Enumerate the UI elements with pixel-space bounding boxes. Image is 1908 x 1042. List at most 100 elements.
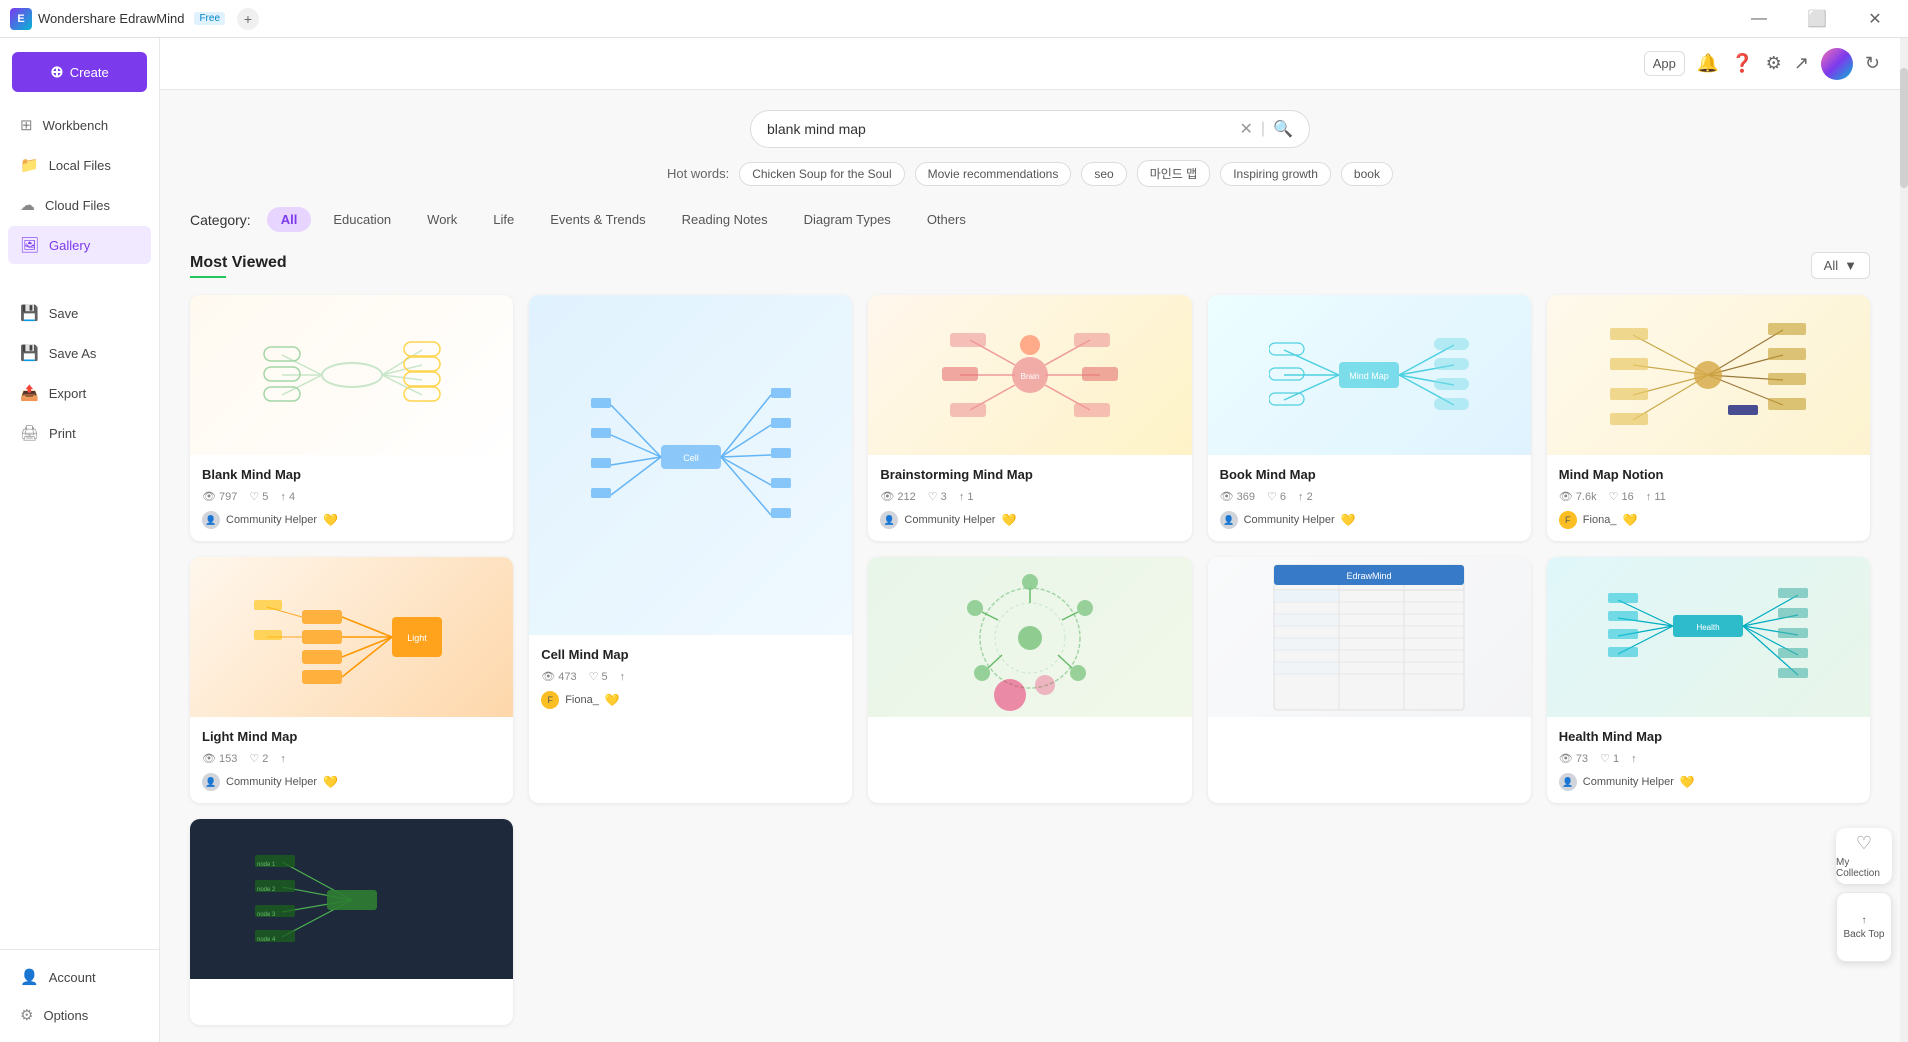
plus-icon: ⊕ <box>50 62 63 82</box>
sidebar-item-workbench[interactable]: ⊞ Workbench <box>8 106 151 144</box>
sidebar-item-options[interactable]: ⚙ Options <box>8 996 151 1034</box>
card-edrawmind-table[interactable]: EdrawMind <box>1208 557 1531 803</box>
account-label: Account <box>49 970 96 985</box>
svg-text:EdrawMind: EdrawMind <box>1347 571 1392 581</box>
hot-tag-inspiring[interactable]: Inspiring growth <box>1220 162 1331 186</box>
app-button[interactable]: App <box>1644 51 1685 76</box>
cat-tab-education[interactable]: Education <box>319 207 405 232</box>
card-title-dark <box>202 991 501 1005</box>
minimize-button[interactable]: — <box>1736 0 1782 38</box>
sidebar-item-account[interactable]: 👤 Account <box>8 958 151 996</box>
cat-tab-all[interactable]: All <box>267 207 312 232</box>
search-clear-icon[interactable]: ✕ <box>1240 119 1253 139</box>
card-body-brainstorming: Brainstorming Mind Map 👁 212 ♡ 3 ↑ 1 👤 C… <box>868 455 1191 541</box>
new-tab-button[interactable]: + <box>237 8 259 30</box>
back-top-label: Back Top <box>1844 929 1885 940</box>
svg-text:Brain: Brain <box>1021 372 1040 381</box>
collection-label: My Collection <box>1836 857 1892 879</box>
sidebar-item-save[interactable]: 💾 Save <box>8 294 151 332</box>
create-button[interactable]: ⊕ Create <box>12 52 147 92</box>
create-label: Create <box>70 65 109 80</box>
back-to-top-button[interactable]: ↑ Back Top <box>1836 892 1892 962</box>
sidebar-item-gallery[interactable]: 🖼 Gallery <box>8 226 151 264</box>
cat-tab-diagram-types[interactable]: Diagram Types <box>790 207 905 232</box>
hot-tag-movie[interactable]: Movie recommendations <box>915 162 1072 186</box>
card-book-mind-map[interactable]: Mind Map <box>1208 295 1531 541</box>
card-body-circular <box>868 717 1191 763</box>
scrollbar-thumb[interactable] <box>1900 68 1908 188</box>
card-body-cell: Cell Mind Map 👁 473 ♡ 5 ↑ F Fiona_ 💛 <box>529 635 852 721</box>
svg-text:node 2: node 2 <box>257 887 276 893</box>
cat-tab-events[interactable]: Events & Trends <box>536 207 659 232</box>
hot-tag-seo[interactable]: seo <box>1081 162 1126 186</box>
cat-tab-work[interactable]: Work <box>413 207 471 232</box>
export-label: Export <box>49 386 87 401</box>
sidebar-item-save-as[interactable]: 💾 Save As <box>8 334 151 372</box>
sidebar-item-export[interactable]: 📤 Export <box>8 374 151 412</box>
verified-badge-cell: 💛 <box>605 693 620 707</box>
help-icon[interactable]: ❓ <box>1731 53 1753 74</box>
hot-tag-book[interactable]: book <box>1341 162 1393 186</box>
top-bar-actions: App 🔔 ❓ ⚙ ↗ ↻ <box>1644 48 1880 80</box>
maximize-button[interactable]: ⬜ <box>1794 0 1840 38</box>
print-label: Print <box>49 426 76 441</box>
card-circular[interactable] <box>868 557 1191 803</box>
sidebar-label-local-files: Local Files <box>49 158 111 173</box>
notification-icon[interactable]: 🔔 <box>1697 53 1719 74</box>
section-title: Most Viewed <box>190 254 287 278</box>
card-brainstorming[interactable]: Brain <box>868 295 1191 541</box>
share-icon[interactable]: ↗ <box>1794 53 1809 74</box>
card-body-dark <box>190 979 513 1025</box>
hot-tag-korean[interactable]: 마인드 맵 <box>1137 160 1211 187</box>
svg-text:node 3: node 3 <box>257 912 276 918</box>
sidebar-item-cloud-files[interactable]: ☁ Cloud Files <box>8 186 151 224</box>
card-title-circular <box>880 729 1179 743</box>
card-author-brainstorming: 👤 Community Helper 💛 <box>880 511 1179 529</box>
sidebar: ⊕ Create ⊞ Workbench 📁 Local Files ☁ Clo… <box>0 38 160 1042</box>
sidebar-item-print[interactable]: 🖨 Print <box>8 414 151 452</box>
category-bar: Category: All Education Work Life Events… <box>190 207 1870 232</box>
close-button[interactable]: ✕ <box>1852 0 1898 38</box>
cloud-files-icon: ☁ <box>20 196 35 214</box>
card-light-mind-map[interactable]: Light <box>190 557 513 803</box>
card-body-book: Book Mind Map 👁 369 ♡ 6 ↑ 2 👤 Community … <box>1208 455 1531 541</box>
card-author-health: 👤 Community Helper 💛 <box>1559 773 1858 791</box>
sidebar-bottom: 👤 Account ⚙ Options <box>0 949 159 1042</box>
window-controls: — ⬜ ✕ <box>1736 0 1898 38</box>
card-stats-blank: 👁 797 ♡ 5 ↑ 4 <box>202 490 501 503</box>
views-stat-cell: 👁 473 <box>541 670 576 683</box>
card-title-cell: Cell Mind Map <box>541 647 840 662</box>
local-files-icon: 📁 <box>20 156 39 174</box>
sidebar-label-gallery: Gallery <box>49 238 90 253</box>
svg-text:node 1: node 1 <box>257 862 276 868</box>
sidebar-item-local-files[interactable]: 📁 Local Files <box>8 146 151 184</box>
card-title-edrawmind <box>1220 729 1519 743</box>
svg-text:node 4: node 4 <box>257 937 276 943</box>
card-thumb-dark: node 1 node 2 node 3 node 4 <box>190 819 513 979</box>
app-logo: E Wondershare EdrawMind Free <box>10 8 225 30</box>
cat-tab-others[interactable]: Others <box>913 207 980 232</box>
svg-text:Health: Health <box>1697 623 1720 632</box>
card-blank-mind-map[interactable]: Blank Mind Map 👁 797 ♡ 5 ↑ 4 👤 Community… <box>190 295 513 541</box>
card-cell-mind-map[interactable]: Cell <box>529 295 852 803</box>
card-stats-cell: 👁 473 ♡ 5 ↑ <box>541 670 840 683</box>
cat-tab-life[interactable]: Life <box>479 207 528 232</box>
card-thumb-notion <box>1547 295 1870 455</box>
my-collection-button[interactable]: ♡ My Collection <box>1836 828 1892 884</box>
card-health-mind-map[interactable]: Health <box>1547 557 1870 803</box>
refresh-icon[interactable]: ↻ <box>1865 53 1880 74</box>
hot-words: Hot words: Chicken Soup for the Soul Mov… <box>667 160 1393 187</box>
settings-icon[interactable]: ⚙ <box>1766 53 1782 74</box>
vertical-scrollbar[interactable] <box>1900 38 1908 1042</box>
card-thumb-blank <box>190 295 513 455</box>
search-input[interactable] <box>767 121 1232 137</box>
card-body-notion: Mind Map Notion 👁 7.6k ♡ 16 ↑ 11 F Fiona… <box>1547 455 1870 541</box>
card-author-light: 👤 Community Helper 💛 <box>202 773 501 791</box>
avatar[interactable] <box>1821 48 1853 80</box>
cat-tab-reading-notes[interactable]: Reading Notes <box>668 207 782 232</box>
card-mind-map-notion[interactable]: Mind Map Notion 👁 7.6k ♡ 16 ↑ 11 F Fiona… <box>1547 295 1870 541</box>
hot-tag-chicken-soup[interactable]: Chicken Soup for the Soul <box>739 162 904 186</box>
search-submit-icon[interactable]: 🔍 <box>1273 119 1293 139</box>
section-filter[interactable]: All ▼ <box>1811 252 1870 279</box>
card-dark[interactable]: node 1 node 2 node 3 node 4 <box>190 819 513 1025</box>
